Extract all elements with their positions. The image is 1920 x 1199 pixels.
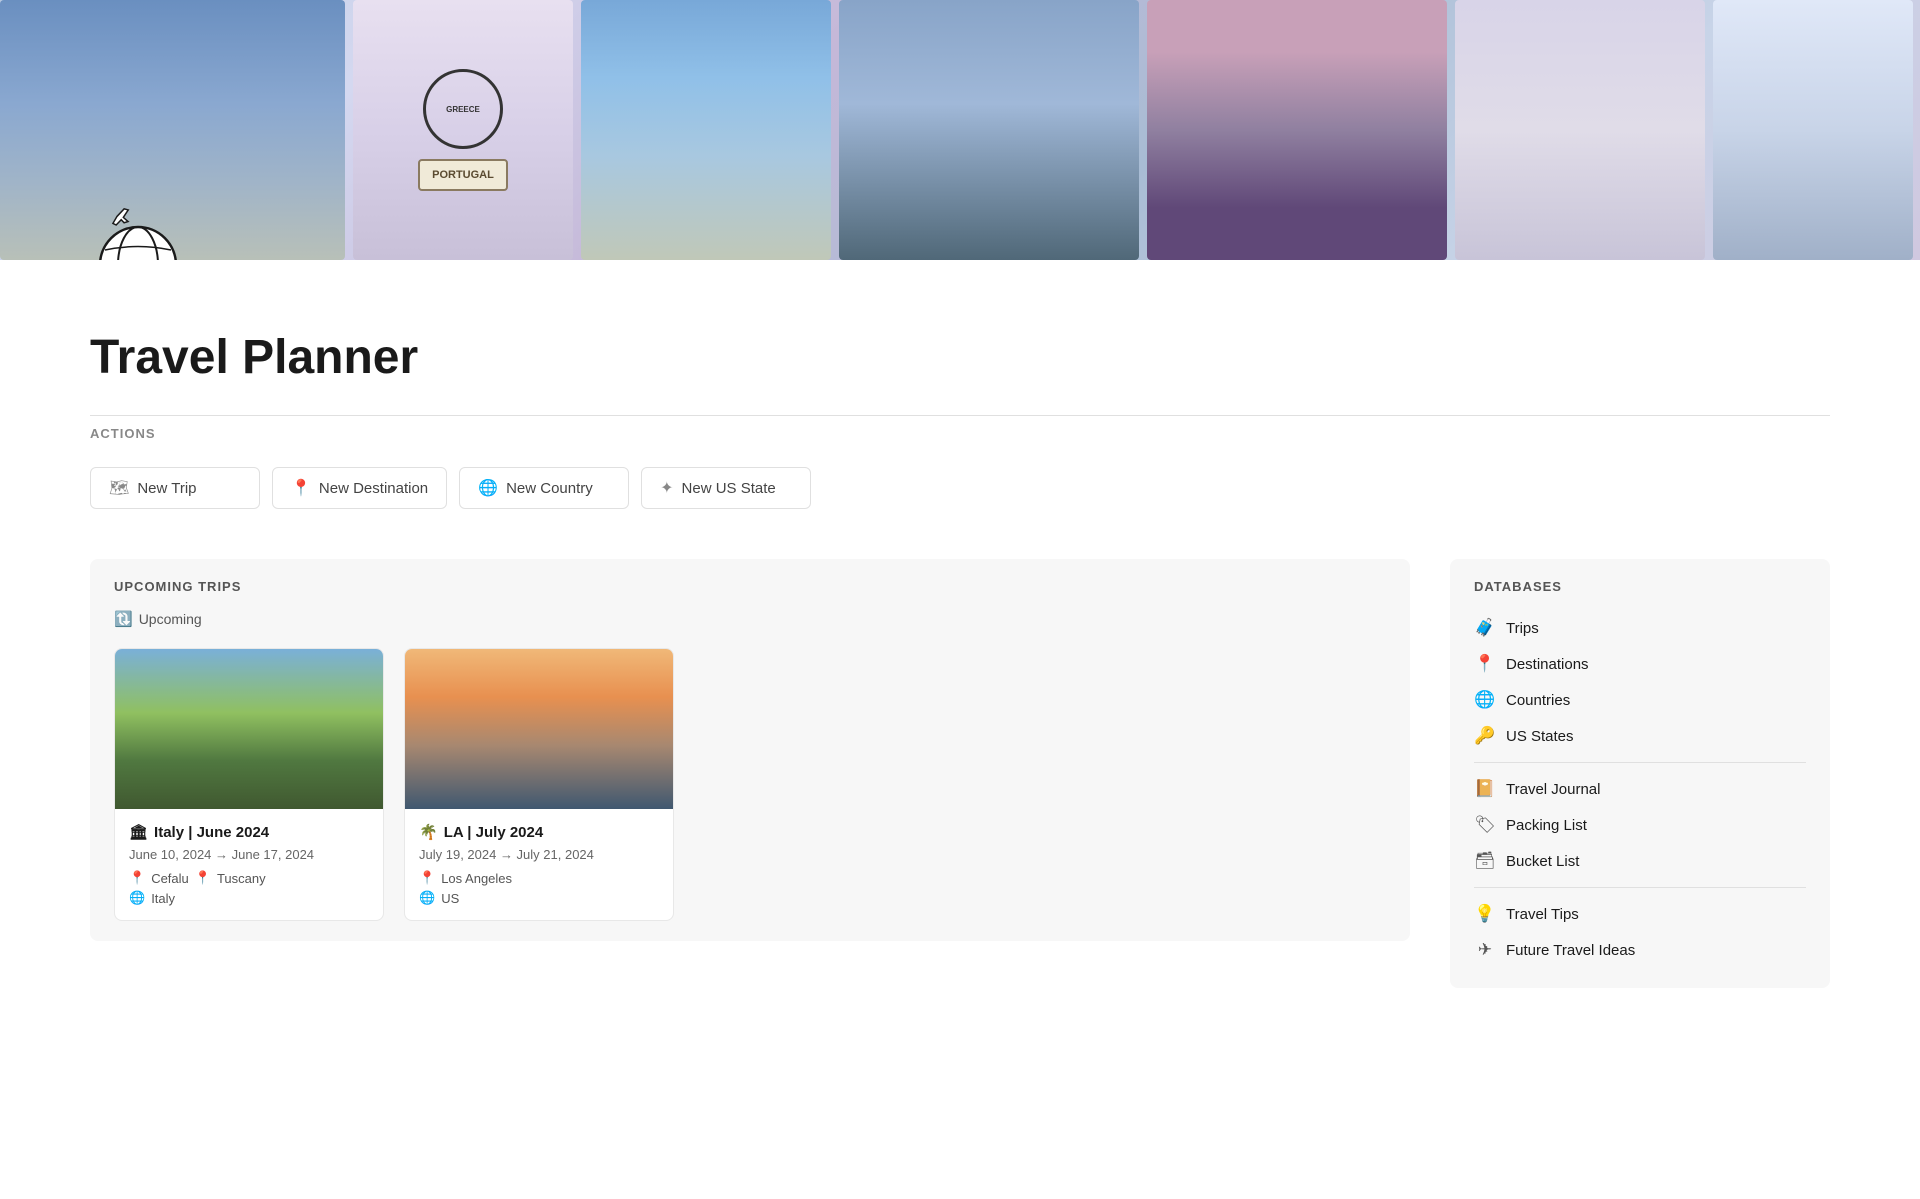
db-divider-1 [1474,762,1806,763]
page-icon-area [80,205,190,260]
db-group-3: 💡 Travel Tips ✈ Future Travel Ideas [1474,896,1806,968]
db-divider-2 [1474,887,1806,888]
db-item-trips[interactable]: 🧳 Trips [1474,610,1806,646]
countries-icon: 🌐 [1474,690,1496,710]
actions-label: ACTIONS [90,415,1830,451]
upcoming-trips-section: UPCOMING TRIPS 🔃 Upcoming 🏛 Italy | June… [90,559,1410,941]
two-col-layout: UPCOMING TRIPS 🔃 Upcoming 🏛 Italy | June… [90,559,1830,988]
la-country: 🌐 US [419,890,659,906]
main-content: Travel Planner ACTIONS 🗺 New Trip 📍 New … [0,260,1920,1028]
filter-row: 🔃 Upcoming [114,610,1386,628]
star-icon: ✦ [660,478,673,498]
us-states-icon: 🔑 [1474,726,1496,746]
us-states-label: US States [1506,728,1574,745]
destination-icon-2: 📍 [195,870,211,886]
banner-photo-light [1455,0,1705,260]
trip-card-la[interactable]: 🌴 LA | July 2024 July 19, 2024 → July 21… [404,648,674,921]
db-item-bucket-list[interactable]: 🗃 Bucket List [1474,843,1806,879]
right-column: DATABASES 🧳 Trips 📍 Destinations 🌐 Count… [1450,559,1830,988]
header-banner: GREECE PORTUGAL [0,0,1920,260]
bucket-list-label: Bucket List [1506,853,1579,870]
map-icon: 🗺 [109,478,129,498]
left-column: UPCOMING TRIPS 🔃 Upcoming 🏛 Italy | June… [90,559,1410,988]
trips-label: Trips [1506,620,1539,637]
db-item-destinations[interactable]: 📍 Destinations [1474,646,1806,682]
banner-photo-sketch [1713,0,1913,260]
la-destinations: 📍 Los Angeles [419,870,659,886]
databases-section: DATABASES 🧳 Trips 📍 Destinations 🌐 Count… [1450,559,1830,988]
db-item-us-states[interactable]: 🔑 US States [1474,718,1806,754]
db-item-future-travel[interactable]: ✈ Future Travel Ideas [1474,932,1806,968]
new-country-button[interactable]: 🌐 New Country [459,467,629,509]
globe-btn-icon: 🌐 [478,478,498,498]
italy-dates: June 10, 2024 → June 17, 2024 [129,847,369,862]
upcoming-trips-title: UPCOMING TRIPS [114,579,1386,594]
new-destination-label: New Destination [319,480,428,497]
destinations-icon: 📍 [1474,654,1496,674]
actions-row: 🗺 New Trip 📍 New Destination 🌐 New Count… [90,467,1830,509]
country-icon-la: 🌐 [419,890,435,906]
trip-cards-container: 🏛 Italy | June 2024 June 10, 2024 → June… [114,648,1386,921]
countries-label: Countries [1506,692,1570,709]
future-travel-label: Future Travel Ideas [1506,942,1635,959]
la-emoji: 🌴 [419,823,438,841]
trip-card-body-italy: 🏛 Italy | June 2024 June 10, 2024 → June… [115,809,383,920]
trip-card-body-la: 🌴 LA | July 2024 July 19, 2024 → July 21… [405,809,673,920]
travel-journal-icon: 📔 [1474,779,1496,799]
pin-icon: 📍 [291,478,311,498]
actions-section: ACTIONS 🗺 New Trip 📍 New Destination 🌐 N… [90,415,1830,509]
trip-card-image-italy [115,649,383,809]
new-us-state-button[interactable]: ✦ New US State [641,467,811,509]
db-item-travel-tips[interactable]: 💡 Travel Tips [1474,896,1806,932]
destination-icon-1: 📍 [129,870,145,886]
destination-icon-la: 📍 [419,870,435,886]
new-trip-label: New Trip [137,480,196,497]
filter-icon: 🔃 [114,610,133,628]
travel-tips-label: Travel Tips [1506,906,1579,923]
banner-photo-palms [1147,0,1447,260]
trip-card-image-la [405,649,673,809]
banner-photo-paris [839,0,1139,260]
banner-photo-stamps: GREECE PORTUGAL [353,0,573,260]
db-item-countries[interactable]: 🌐 Countries [1474,682,1806,718]
banner-photo-cliffs [581,0,831,260]
db-group-1: 🧳 Trips 📍 Destinations 🌐 Countries 🔑 US … [1474,610,1806,754]
globe-icon [80,205,190,260]
packing-list-icon: 🏷 [1474,815,1496,835]
filter-label: Upcoming [139,611,202,627]
travel-journal-label: Travel Journal [1506,781,1600,798]
trip-card-title-italy: 🏛 Italy | June 2024 [129,823,369,841]
country-icon-italy: 🌐 [129,890,145,906]
db-group-2: 📔 Travel Journal 🏷 Packing List 🗃 Bucket… [1474,771,1806,879]
destinations-label: Destinations [1506,656,1589,673]
new-country-label: New Country [506,480,593,497]
greece-stamp: GREECE [423,69,503,149]
italy-country: 🌐 Italy [129,890,369,906]
portugal-stamp: PORTUGAL [418,159,508,191]
new-trip-button[interactable]: 🗺 New Trip [90,467,260,509]
italy-emoji: 🏛 [129,823,148,841]
travel-tips-icon: 💡 [1474,904,1496,924]
databases-title: DATABASES [1474,579,1806,594]
future-travel-icon: ✈ [1474,940,1496,960]
db-item-packing-list[interactable]: 🏷 Packing List [1474,807,1806,843]
page-title: Travel Planner [90,330,1830,385]
italy-destinations: 📍 Cefalu 📍 Tuscany [129,870,369,886]
db-item-travel-journal[interactable]: 📔 Travel Journal [1474,771,1806,807]
packing-list-label: Packing List [1506,817,1587,834]
trip-card-title-la: 🌴 LA | July 2024 [419,823,659,841]
new-destination-button[interactable]: 📍 New Destination [272,467,447,509]
bucket-list-icon: 🗃 [1474,851,1496,871]
la-dates: July 19, 2024 → July 21, 2024 [419,847,659,862]
trip-card-italy[interactable]: 🏛 Italy | June 2024 June 10, 2024 → June… [114,648,384,921]
trips-icon: 🧳 [1474,618,1496,638]
new-us-state-label: New US State [682,480,776,497]
